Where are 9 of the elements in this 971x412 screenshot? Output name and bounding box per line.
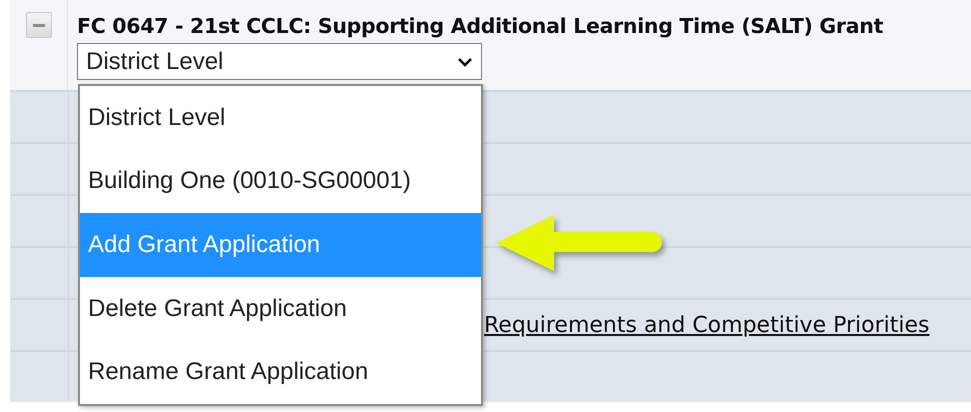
menu-option[interactable]: Delete Grant Application <box>80 276 481 340</box>
section-link[interactable]: Requirements and Competitive Priorities <box>484 312 930 338</box>
chevron-down-icon <box>457 56 473 66</box>
menu-option[interactable]: Building One (0010-SG00001) <box>80 150 481 214</box>
level-select[interactable]: District Level <box>77 43 482 80</box>
group-title: FC 0647 - 21st CCLC: Supporting Additional Learning Time (SALT) Grant <box>77 14 884 38</box>
collapse-button[interactable] <box>26 12 52 38</box>
menu-option[interactable]: District Level <box>80 86 481 150</box>
menu-option[interactable]: Rename Grant Application <box>80 340 481 404</box>
